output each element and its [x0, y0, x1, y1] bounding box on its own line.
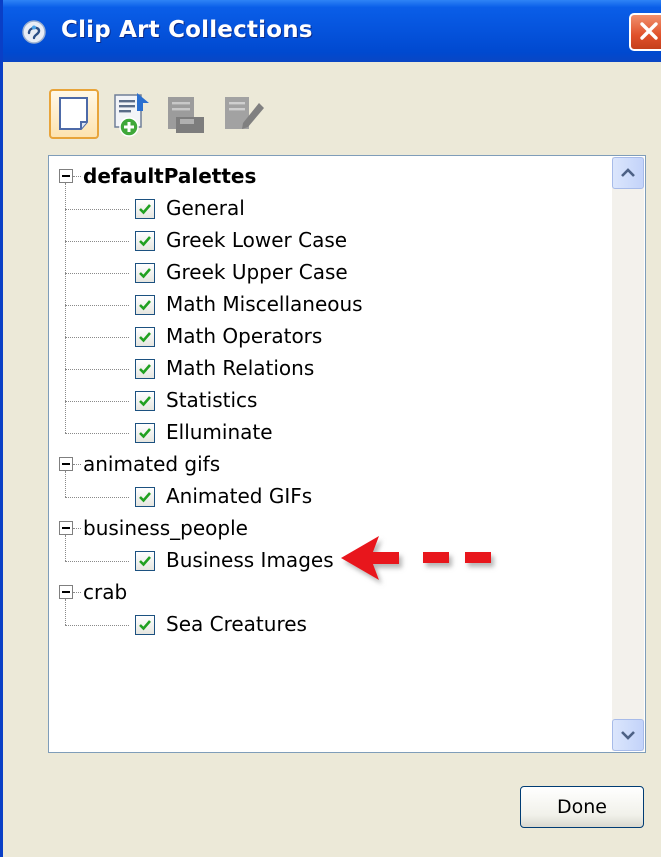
tree-connector: [65, 433, 129, 434]
edit-icon: [225, 97, 264, 129]
tree-connector: [65, 497, 129, 498]
tree-item-label: General: [166, 196, 245, 220]
tree-item-node[interactable]: Business Images: [49, 545, 609, 575]
check-icon: [139, 556, 151, 567]
new-collection-icon: [59, 97, 88, 130]
tree-item-node[interactable]: Animated GIFs: [49, 481, 609, 511]
item-checkbox[interactable]: [135, 391, 155, 411]
tree-item-node[interactable]: General: [49, 193, 609, 223]
tree-connector: [65, 337, 129, 338]
tree-connector: [65, 369, 129, 370]
check-icon: [139, 300, 151, 311]
toolbar: [49, 89, 349, 141]
tree-item-label: Sea Creatures: [166, 612, 307, 636]
tree-connector: [73, 592, 81, 593]
item-checkbox[interactable]: [135, 487, 155, 507]
tree-group-node[interactable]: defaultPalettes: [49, 161, 609, 191]
tree-connector: [65, 535, 66, 561]
new-collection-button[interactable]: [49, 89, 99, 139]
tree-connector: [65, 561, 129, 562]
item-checkbox[interactable]: [135, 295, 155, 315]
check-icon: [139, 396, 151, 407]
tree-item-label: Business Images: [166, 548, 334, 572]
check-icon: [139, 268, 151, 279]
tree-item-label: Math Relations: [166, 356, 315, 380]
tree-item-label: Statistics: [166, 388, 258, 412]
save-icon: [168, 97, 204, 133]
tree-group-node[interactable]: crab: [49, 577, 609, 607]
tree-item-node[interactable]: Greek Lower Case: [49, 225, 609, 255]
tree-item-node[interactable]: Math Operators: [49, 321, 609, 351]
item-checkbox[interactable]: [135, 359, 155, 379]
tree-item-label: Math Operators: [166, 324, 323, 348]
collapse-toggle-icon[interactable]: [59, 457, 73, 471]
chevron-up-icon: [621, 168, 635, 177]
check-icon: [139, 492, 151, 503]
tree-connector: [65, 183, 66, 433]
tree-connector: [65, 401, 129, 402]
tree-item-label: Greek Lower Case: [166, 228, 348, 252]
tree-connector: [65, 273, 129, 274]
item-checkbox[interactable]: [135, 231, 155, 251]
check-icon: [139, 364, 151, 375]
tree-group-node[interactable]: animated gifs: [49, 449, 609, 479]
tree-item-label: Greek Upper Case: [166, 260, 348, 284]
tree-group-label: crab: [83, 580, 128, 604]
check-icon: [139, 204, 151, 215]
tree-item-node[interactable]: Greek Upper Case: [49, 257, 609, 287]
tree-connector: [65, 305, 129, 306]
red-dashed-arrow-icon: [341, 536, 491, 580]
check-icon: [139, 332, 151, 343]
tree-group-label: animated gifs: [83, 452, 221, 476]
tree-group-label: business_people: [83, 516, 248, 540]
item-checkbox[interactable]: [135, 327, 155, 347]
scroll-down-button[interactable]: [612, 719, 644, 751]
item-checkbox[interactable]: [135, 199, 155, 219]
add-clipart-icon: [114, 93, 149, 137]
tree-connector: [65, 625, 129, 626]
done-button[interactable]: Done: [520, 786, 644, 828]
tree-connector: [65, 209, 129, 210]
scroll-up-button[interactable]: [612, 157, 644, 189]
collapse-toggle-icon[interactable]: [59, 169, 73, 183]
tree-connector: [65, 599, 66, 625]
check-icon: [139, 620, 151, 631]
tree-item-node[interactable]: Math Miscellaneous: [49, 289, 609, 319]
tree-connector: [73, 528, 81, 529]
tree-connector: [65, 471, 66, 497]
collections-tree[interactable]: defaultPalettes General Greek Lower Case Gr…: [48, 155, 646, 753]
add-clipart-button[interactable]: [109, 89, 153, 139]
item-checkbox[interactable]: [135, 615, 155, 635]
check-icon: [139, 236, 151, 247]
close-icon: [640, 22, 658, 40]
chevron-down-icon: [621, 731, 635, 740]
tree-item-node[interactable]: Statistics: [49, 385, 609, 415]
save-button[interactable]: [162, 89, 206, 139]
tree-item-label: Animated GIFs: [166, 484, 313, 508]
collapse-toggle-icon[interactable]: [59, 521, 73, 535]
item-checkbox[interactable]: [135, 551, 155, 571]
tree-item-label: Elluminate: [166, 420, 273, 444]
close-button[interactable]: [629, 13, 661, 51]
tree-connector: [73, 464, 81, 465]
tree-group-node[interactable]: business_people: [49, 513, 609, 543]
check-icon: [139, 428, 151, 439]
clip-art-collections-dialog: Clip Art Collections defaultPalettes Gen…: [0, 0, 661, 857]
tree-connector: [73, 176, 81, 177]
tree-item-label: Math Miscellaneous: [166, 292, 363, 316]
window-title: Clip Art Collections: [61, 17, 313, 43]
tree-item-node[interactable]: Elluminate: [49, 417, 609, 447]
title-bar[interactable]: Clip Art Collections: [3, 0, 661, 62]
tree-connector: [65, 241, 129, 242]
tree-item-node[interactable]: Math Relations: [49, 353, 609, 383]
collapse-toggle-icon[interactable]: [59, 585, 73, 599]
item-checkbox[interactable]: [135, 423, 155, 443]
app-icon: [22, 20, 46, 44]
tree-group-label: defaultPalettes: [83, 164, 257, 188]
edit-button[interactable]: [219, 89, 264, 139]
tree-item-node[interactable]: Sea Creatures: [49, 609, 609, 639]
vertical-scrollbar[interactable]: [612, 157, 644, 751]
item-checkbox[interactable]: [135, 263, 155, 283]
